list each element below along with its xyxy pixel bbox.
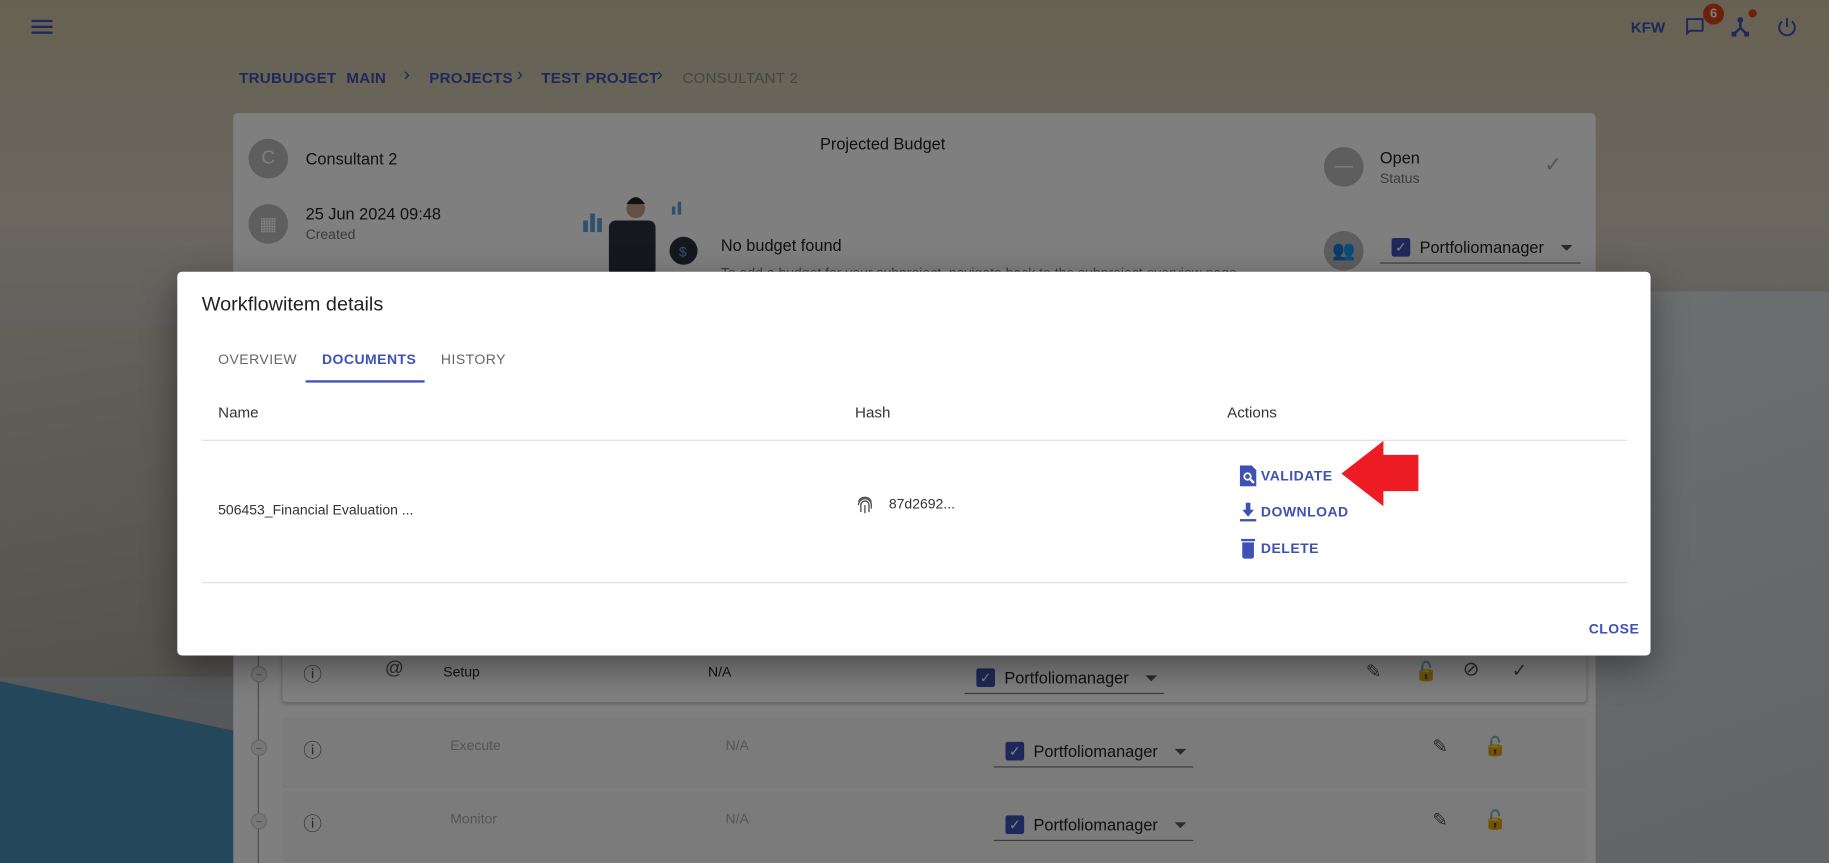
document-hash: 87d2692... — [888, 495, 955, 513]
validate-label: VALIDATE — [1260, 467, 1333, 485]
active-tab-indicator — [305, 380, 425, 383]
document-name: 506453_Financial Evaluation ... — [218, 501, 414, 518]
document-search-icon — [1239, 465, 1257, 487]
column-header-hash: Hash — [855, 403, 891, 422]
column-header-actions: Actions — [1227, 403, 1277, 422]
dialog-title: Workflowitem details — [201, 292, 384, 315]
divider — [201, 582, 1628, 584]
tab-history[interactable]: HISTORY — [441, 351, 506, 367]
close-button[interactable]: CLOSE — [1589, 621, 1640, 637]
validate-button[interactable]: VALIDATE — [1239, 465, 1333, 487]
delete-button[interactable]: DELETE — [1239, 538, 1319, 559]
column-header-name: Name — [218, 403, 259, 422]
download-icon — [1239, 502, 1257, 522]
delete-label: DELETE — [1260, 540, 1319, 557]
fingerprint-icon — [856, 495, 873, 516]
download-label: DOWNLOAD — [1260, 503, 1349, 521]
delete-icon — [1241, 538, 1256, 559]
annotation-arrow — [1341, 440, 1419, 507]
download-button[interactable]: DOWNLOAD — [1239, 502, 1349, 523]
tab-documents[interactable]: DOCUMENTS — [322, 351, 416, 367]
tab-overview[interactable]: OVERVIEW — [218, 351, 297, 367]
workflowitem-details-dialog: Workflowitem details OVERVIEW DOCUMENTS … — [177, 271, 1651, 656]
